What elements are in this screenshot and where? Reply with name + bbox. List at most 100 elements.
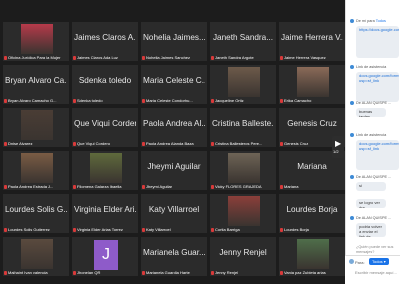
- participant-tile[interactable]: Jenny Renjel Jenny Renjel: [210, 237, 276, 276]
- participant-tile[interactable]: Sdenka toledo Sdenka toledo: [72, 65, 138, 104]
- chat-message-link[interactable]: docs.google.com/forms/d/e/1FAIpQLSevHZdE…: [356, 72, 399, 102]
- participant-display-name: Janeth Sandra...: [212, 33, 274, 42]
- participant-name-text: Vania paz Zubieta arias: [284, 270, 326, 275]
- participant-name-label: Jheymi Aguilar: [142, 184, 206, 189]
- participant-tile[interactable]: Que Viqui Cordero Que Viqui Cordero: [72, 108, 138, 147]
- recipient-select[interactable]: Todos ▾: [369, 258, 389, 265]
- participant-name-text: Cristina Ballesteros Pere...: [215, 141, 263, 146]
- participant-video: [228, 67, 260, 97]
- participant-name-text: Genesis Cruz: [284, 141, 309, 146]
- participant-tile[interactable]: Lourdes Borja Lourdes Borja: [279, 194, 345, 233]
- participant-tile[interactable]: Jaimes Claros A... Jaimes Claros Ada Luz: [72, 22, 138, 61]
- participant-name-label: Katy Villarroel: [142, 227, 206, 232]
- participant-video: [21, 110, 53, 140]
- mic-muted-icon: [4, 227, 7, 232]
- participant-name-label: Dnise Alvarez: [4, 141, 68, 146]
- participant-tile[interactable]: Cortia Barriga: [210, 194, 276, 233]
- mic-muted-icon: [142, 55, 145, 60]
- chat-sender-name: Link de asistencia: [356, 65, 387, 69]
- chat-panel: De mí para Todos https://docs.google.com/…: [345, 0, 400, 284]
- participant-name-text: Nohelia Jaimes Sanchez: [146, 55, 191, 60]
- mic-muted-icon: [4, 270, 7, 275]
- participant-name-label: Cristina Ballesteros Pere...: [211, 141, 275, 146]
- participant-tile[interactable]: Nohelia Jaimes... Nohelia Jaimes Sanchez: [141, 22, 207, 61]
- participant-display-name: Lourdes Borja: [286, 205, 338, 214]
- chat-sender: De ALAN QUISPE ...: [356, 101, 399, 105]
- participant-name-label: Jacqueline Ortiz: [211, 98, 275, 103]
- chat-sender: De ALAN QUISPE ...: [356, 216, 399, 220]
- participant-name-text: Maihaint Ivan valencia: [8, 270, 48, 275]
- chat-message-link[interactable]: https://docs.google.com/forms/d/e/1FAIpQ…: [356, 26, 399, 58]
- participant-name-text: Vicky FLORES GRAJEDA: [215, 184, 262, 189]
- participant-name-label: Lourdes Borja: [280, 227, 344, 232]
- next-page-button[interactable]: ▶ 1/2: [332, 136, 344, 158]
- chat-message-link[interactable]: docs.google.com/forms/d/e/1FAIpQLSevHZdE…: [356, 140, 399, 170]
- mic-muted-icon: [280, 55, 283, 60]
- participant-tile[interactable]: Lourdes Solis G... Lourdes Solis Gutierre…: [3, 194, 69, 233]
- participant-display-name: Mariana: [297, 162, 327, 171]
- participant-tile[interactable]: Cristina Balleste... Cristina Ballesteros…: [210, 108, 276, 147]
- chat-visibility-note[interactable]: ¿Quién puede ver sus mensajes?: [356, 245, 399, 254]
- participant-name-text: Bryan Alvaro Camacho G...: [8, 98, 57, 103]
- participant-display-name: Marianela Guar...: [143, 248, 205, 257]
- participant-name-text: Sdenka toledo: [77, 98, 103, 103]
- mic-muted-icon: [280, 141, 283, 146]
- participant-name-text: Maria Celeste Condorhu...: [146, 98, 193, 103]
- chat-sender-name: De ALAN QUISPE ...: [356, 216, 392, 220]
- participant-video: [297, 67, 329, 97]
- participant-tile[interactable]: Jaime Herrera V... Jaime Herrera Vasquez: [279, 22, 345, 61]
- participant-name-label: Lourdes Solis Gutierrez: [4, 227, 68, 232]
- participant-name-label: Marianela Guardia Harte: [142, 270, 206, 275]
- participant-tile[interactable]: Maihaint Ivan valencia: [3, 237, 69, 276]
- participant-tile[interactable]: Virginia Elder Ari... Virginia Elder Aria…: [72, 194, 138, 233]
- chat-avatar-icon: [350, 101, 354, 105]
- mic-muted-icon: [211, 227, 214, 232]
- participant-tile[interactable]: Oficina Jurídica Para la Mujer: [3, 22, 69, 61]
- participant-name-label: Vicky FLORES GRAJEDA: [211, 184, 275, 189]
- participant-name-text: Virginia Elder Arias Torrez: [77, 227, 123, 232]
- participant-tile[interactable]: Maria Celeste C... Maria Celeste Condorhu…: [141, 65, 207, 104]
- participant-name-text: Jaime Herrera Vasquez: [284, 55, 326, 60]
- mic-muted-icon: [4, 141, 7, 146]
- participant-display-name: Lourdes Solis G...: [5, 205, 67, 214]
- mic-muted-icon: [280, 270, 283, 275]
- mic-muted-icon: [73, 227, 76, 232]
- participant-name-label: Cortia Barriga: [211, 227, 275, 232]
- participant-video: [228, 196, 260, 226]
- participant-tile[interactable]: Paola Andrea Al... Paola Andrea Alanda Ba…: [141, 108, 207, 147]
- participant-name-text: Mariana: [284, 184, 299, 189]
- participant-tile[interactable]: Dnise Alvarez: [3, 108, 69, 147]
- chat-sender-name: Link de asistencia: [356, 133, 387, 137]
- mic-muted-icon: [211, 141, 214, 146]
- participant-name-text: Katy Villarroel: [146, 227, 171, 232]
- mic-muted-icon: [211, 270, 214, 275]
- participant-name-text: Que Viqui Cordero: [77, 141, 111, 146]
- participant-name-label: Jaime Herrera Vasquez: [280, 55, 344, 60]
- participant-name-text: Janeth Sandra Argote: [215, 55, 254, 60]
- mic-muted-icon: [142, 270, 145, 275]
- participant-name-label: Sdenka toledo: [73, 98, 137, 103]
- participant-name-label: Que Viqui Cordero: [73, 141, 137, 146]
- mic-muted-icon: [211, 98, 214, 103]
- participant-tile[interactable]: Vicky FLORES GRAJEDA: [210, 151, 276, 190]
- chat-sender: Link de asistencia: [356, 65, 399, 69]
- participant-tile[interactable]: Bryan Alvaro Ca... Bryan Alvaro Camacho G…: [3, 65, 69, 104]
- participant-name-label: Paola Andrea Estrada J...: [4, 184, 68, 189]
- participant-tile[interactable]: Katy Villarroel Katy Villarroel: [141, 194, 207, 233]
- participant-name-label: Janeth Sandra Argote: [211, 55, 275, 60]
- participant-tile[interactable]: Marianela Guar... Marianela Guardia Harte: [141, 237, 207, 276]
- mic-muted-icon: [142, 98, 145, 103]
- participant-tile[interactable]: Vania paz Zubieta arias: [279, 237, 345, 276]
- participant-name-label: Jenny Renjel: [211, 270, 275, 275]
- participant-tile[interactable]: Janeth Sandra... Janeth Sandra Argote: [210, 22, 276, 61]
- participant-tile[interactable]: Filomena Galarza Ibaella: [72, 151, 138, 190]
- participant-tile[interactable]: Erika Camacho: [279, 65, 345, 104]
- participant-display-name: Jenny Renjel: [219, 248, 267, 257]
- chat-message-input[interactable]: Escribir mensaje aquí...: [355, 270, 398, 275]
- participant-tile[interactable]: Jacqueline Ortiz: [210, 65, 276, 104]
- participant-tile[interactable]: Paola Andrea Estrada J...: [3, 151, 69, 190]
- participant-tile[interactable]: J Jhonelan QR: [72, 237, 138, 276]
- chat-sender-name: De ALAN QUISPE ...: [356, 101, 392, 105]
- chat-message: buenas tardes: [356, 108, 386, 117]
- participant-tile[interactable]: Jheymi Aguilar Jheymi Aguilar: [141, 151, 207, 190]
